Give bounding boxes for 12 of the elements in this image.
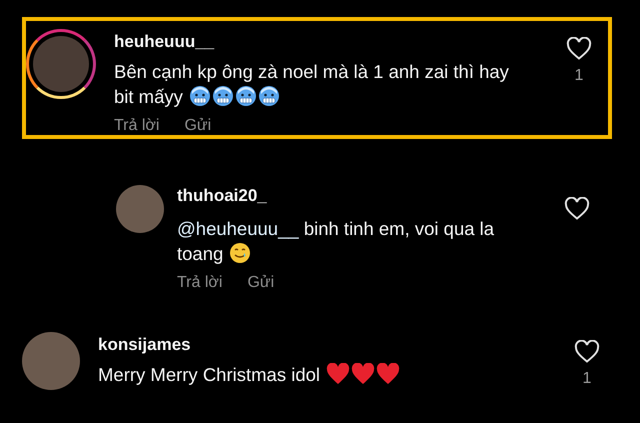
comment-text: @heuheuuu__ binh tinh em, voi qua la toang [177,217,496,266]
username[interactable]: konsijames [98,334,523,356]
comment-text: Bên cạnh kp ông zà noel mà là 1 anh zai thì hay bit mấyy [114,60,510,109]
reply-link[interactable]: Trả lời [177,274,222,292]
reply-link[interactable]: Trả lời [114,117,160,135]
comment-text: Merry Merry Christmas idol [98,362,523,387]
send-link[interactable]: Gửi [184,117,212,135]
send-link[interactable]: Gửi [247,274,274,292]
username[interactable]: heuheuuu__ [114,31,528,53]
like-count: 1 [574,67,584,85]
username[interactable]: thuhoai20_ [177,185,536,207]
like-count: 1 [582,370,592,388]
